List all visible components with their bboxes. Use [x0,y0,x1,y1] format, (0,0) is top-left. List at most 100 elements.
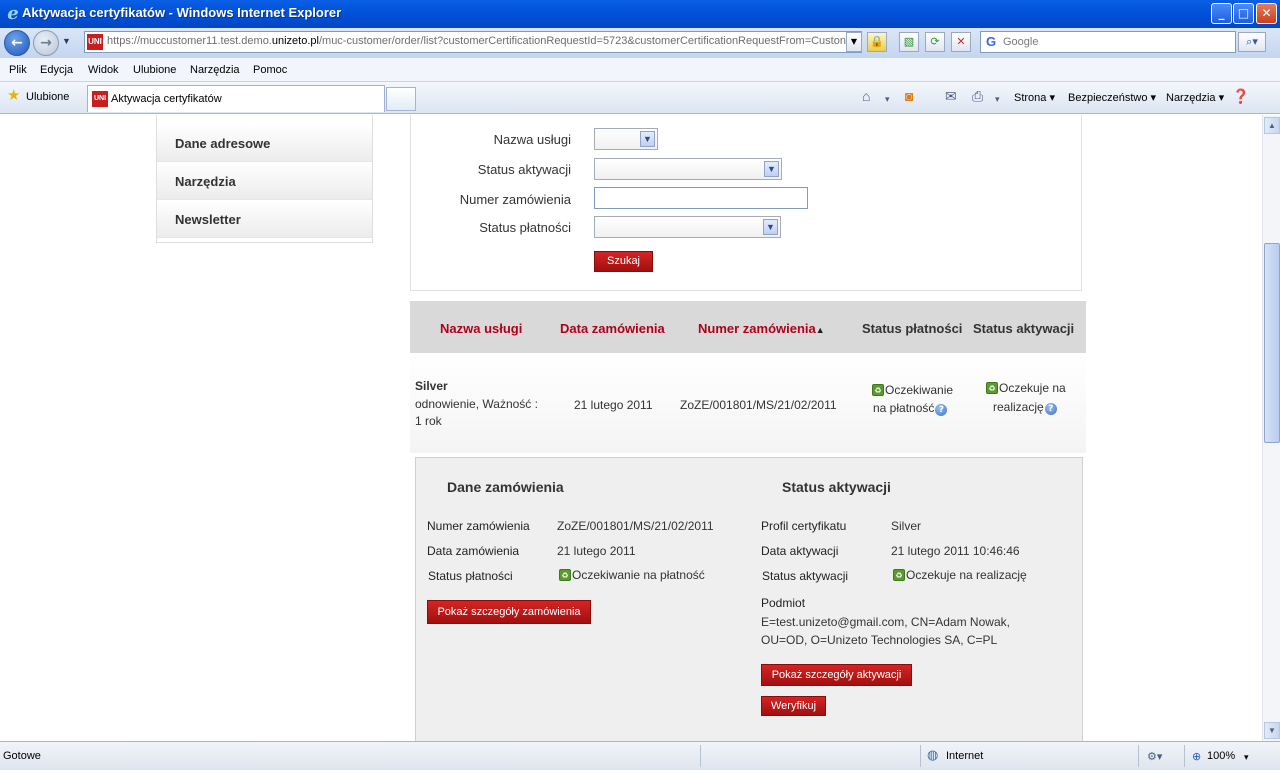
new-tab-button[interactable] [386,87,416,111]
order-details-title: Dane zamówienia [447,479,564,495]
print-icon[interactable]: ⎙ [972,88,983,104]
help-icon[interactable]: ❓ [1232,88,1249,104]
show-activation-details-button[interactable]: Pokaż szczegóły aktywacji [761,664,912,686]
tab-aktywacja-certyfikatow[interactable]: UNI Aktywacja certyfikatów [87,85,385,112]
menu-pomoc[interactable]: Pomoc [253,64,287,76]
zoom-dropdown-icon[interactable]: ▾ [1244,752,1249,763]
lock-icon[interactable]: 🔒 [867,32,887,52]
certificate-profile-label: Profil certyfikatu [761,519,847,533]
scroll-up-icon[interactable]: ▲ [1264,117,1280,134]
mail-icon[interactable]: ✉ [945,88,957,104]
activation-status-title: Status aktywacji [782,479,891,495]
favorites-button[interactable]: Ulubione [26,91,69,103]
print-dropdown-icon[interactable]: ▾ [995,91,1000,107]
forward-button[interactable]: → [33,30,59,56]
search-icon[interactable]: ⌕▾ [1238,32,1266,52]
internet-globe-icon: ◍ [927,747,939,762]
recent-pages-dropdown-icon[interactable]: ▼ [62,36,71,46]
address-bar[interactable]: UNI https://muccustomer11.test.demo.uniz… [84,31,862,53]
column-header-activation-status: Status aktywacji [973,321,1075,336]
chevron-down-icon: ▼ [640,131,655,147]
row-service-name: Silver [415,379,448,393]
column-header-service-name[interactable]: Nazwa usługi [440,321,522,336]
title-bar: e Aktywacja certyfikatów - Windows Inter… [0,0,1280,28]
activation-date-label: Data aktywacji [761,544,839,558]
order-details-panel: Dane zamówienia Status aktywacji Numer z… [415,457,1083,741]
tools-menu-button[interactable]: Narzędzia ▾ [1166,91,1224,104]
close-window-button[interactable]: ✕ [1256,3,1277,24]
sort-ascending-icon: ▲ [815,325,825,335]
compatibility-view-icon[interactable]: ▧ [899,32,919,52]
row-order-date: 21 lutego 2011 [574,398,653,412]
vertical-scrollbar[interactable]: ▲ ▼ [1262,115,1280,741]
status-text: Gotowe [3,750,41,762]
status-bar: Gotowe ◍ Internet ⚙▾ ⊕ 100% ▾ [0,741,1280,770]
search-box[interactable]: G Google [980,31,1236,53]
help-icon[interactable]: ? [935,404,948,416]
order-date-label: Data zamówienia [427,544,520,558]
service-name-select[interactable]: ▼ [594,128,658,150]
minimize-button[interactable]: _ [1211,3,1232,24]
chevron-down-icon: ▼ [763,219,778,235]
certificate-profile-value: Silver [891,519,922,533]
sidebar-item-narzedzia[interactable]: Narzędzia [157,162,372,200]
activation-date-value: 21 lutego 2011 10:46:46 [891,544,1020,558]
refresh-icon[interactable]: ⟳ [925,32,945,52]
menu-edycja[interactable]: Edycja [40,64,73,76]
tab-bar: ★ Ulubione UNI Aktywacja certyfikatów ⌂ … [0,82,1280,114]
home-dropdown-icon[interactable]: ▾ [885,91,890,107]
menu-widok[interactable]: Widok [88,64,119,76]
row-service-desc: odnowienie, Ważność : [415,397,538,411]
subject-line-1: E=test.unizeto@gmail.com, CN=Adam Nowak, [761,615,1010,629]
column-header-order-date[interactable]: Data zamówienia [560,321,665,336]
protected-mode-icon[interactable]: ⚙▾ [1147,750,1162,763]
order-number-label: Numer zamówienia [459,192,571,207]
status-pending-icon: ♻ [893,569,905,581]
table-row[interactable]: Silver odnowienie, Ważność : 1 rok 21 lu… [410,353,1086,453]
security-zone: Internet [946,750,984,762]
menu-narzedzia[interactable]: Narzędzia [190,64,240,76]
column-header-order-number[interactable]: Numer zamówienia▲ [698,321,825,336]
row-activation-status: ♻ Oczekuje na [986,381,1066,395]
sidebar: Dane adresowe Narzędzia Newsletter [156,115,373,243]
page-menu-button[interactable]: Strona ▾ [1014,91,1055,104]
subject-label: Podmiot [761,596,806,610]
order-number-value: ZoZE/001801/MS/21/02/2011 [557,519,714,533]
site-favicon-icon: UNI [87,34,103,50]
tab-favicon-icon: UNI [92,91,108,107]
filter-form: Nazwa usługi ▼ Status aktywacji ▼ Numer … [410,115,1082,291]
help-icon[interactable]: ? [1044,403,1057,415]
address-dropdown-icon[interactable]: ▼ [846,32,862,52]
payment-status-select[interactable]: ▼ [594,216,781,238]
verify-button[interactable]: Weryfikuj [761,696,826,716]
safety-menu-button[interactable]: Bezpieczeństwo ▾ [1068,91,1156,104]
order-number-input[interactable] [594,187,808,209]
address-url[interactable]: https://muccustomer11.test.demo.unizeto.… [107,35,847,47]
scroll-down-icon[interactable]: ▼ [1264,722,1280,739]
feeds-icon[interactable]: ◙ [905,88,913,104]
search-button[interactable]: Szukaj [594,251,653,272]
order-number-label: Numer zamówienia [427,519,530,533]
payment-status-label: Status płatności [479,220,571,235]
maximize-button[interactable]: □ [1233,3,1254,24]
back-button[interactable]: ← [4,30,30,56]
sidebar-item-newsletter[interactable]: Newsletter [157,200,372,238]
menu-ulubione[interactable]: Ulubione [133,64,176,76]
scrollbar-thumb[interactable] [1264,243,1280,443]
activation-status-label: Status aktywacji [477,162,571,177]
row-order-number: ZoZE/001801/MS/21/02/2011 [680,398,837,412]
favorites-star-icon[interactable]: ★ [7,88,20,103]
service-name-label: Nazwa usługi [493,132,571,147]
subject-line-2: OU=OD, O=Unizeto Technologies SA, C=PL [761,633,998,647]
status-pending-icon: ♻ [559,569,571,581]
zoom-level[interactable]: 100% [1207,750,1235,762]
menu-plik[interactable]: Plik [9,64,27,76]
orders-table-header: Nazwa usługi Data zamówienia Numer zamów… [410,301,1086,353]
home-icon[interactable]: ⌂ [862,88,870,104]
stop-icon[interactable]: ✕ [951,32,971,52]
status-pending-icon: ♻ [872,384,884,396]
activation-status-select[interactable]: ▼ [594,158,782,180]
page-content: Dane adresowe Narzędzia Newsletter Nazwa… [0,115,1262,741]
show-order-details-button[interactable]: Pokaż szczegóły zamówienia [427,600,591,624]
sidebar-item-dane-adresowe[interactable]: Dane adresowe [157,124,372,162]
